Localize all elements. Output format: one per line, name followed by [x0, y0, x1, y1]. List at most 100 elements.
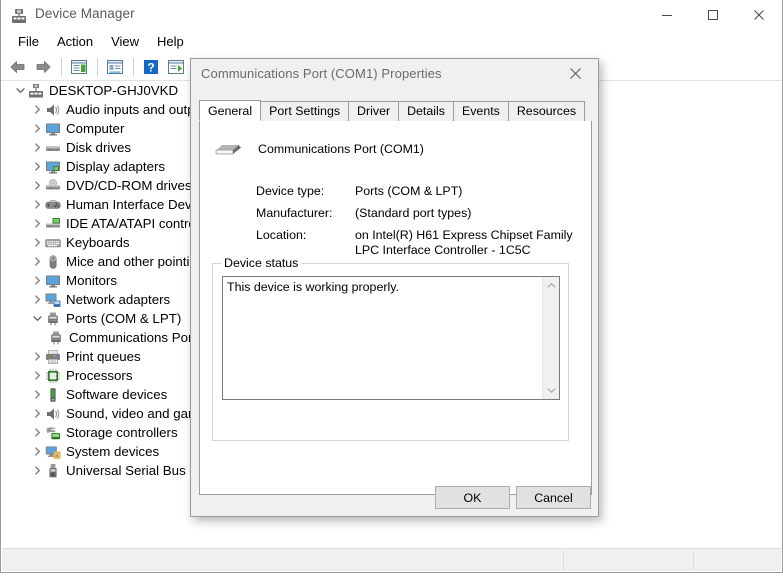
device-manager-icon	[11, 8, 27, 24]
tab-port-settings[interactable]: Port Settings	[260, 101, 350, 121]
dialog-title: Communications Port (COM1) Properties	[201, 66, 442, 81]
ide-controller-icon	[45, 216, 61, 232]
tab-driver[interactable]: Driver	[348, 101, 400, 121]
window-title: Device Manager	[35, 6, 135, 21]
chevron-right-icon[interactable]	[29, 238, 45, 247]
keyboard-icon	[45, 235, 61, 251]
tree-item-label: Ports (COM & LPT)	[66, 311, 182, 326]
chevron-right-icon[interactable]	[29, 143, 45, 152]
network-adapter-icon	[45, 292, 61, 308]
chevron-right-icon[interactable]	[29, 409, 45, 418]
menu-file[interactable]: File	[9, 31, 48, 52]
toolbar-separator	[133, 57, 134, 76]
close-button[interactable]	[736, 0, 782, 30]
tree-item-label: Network adapters	[66, 292, 171, 307]
device-status-group: Device status This device is working pro…	[212, 256, 569, 441]
tree-item-label: System devices	[66, 444, 160, 459]
toolbar-separator	[97, 57, 98, 76]
forward-button[interactable]	[31, 55, 55, 79]
chevron-down-icon[interactable]	[543, 382, 560, 399]
show-hide-console-tree-button[interactable]	[67, 55, 91, 79]
menu-view[interactable]: View	[102, 31, 148, 52]
cancel-button[interactable]: Cancel	[516, 486, 591, 509]
update-driver-icon	[168, 59, 184, 74]
device-status-legend: Device status	[221, 256, 302, 271]
property-value: (Standard port types)	[355, 206, 472, 220]
chevron-right-icon[interactable]	[29, 181, 45, 190]
general-tab-page: Communications Port (COM1) Device type: …	[199, 121, 592, 495]
chevron-right-icon[interactable]	[29, 200, 45, 209]
tree-item-label: Computer	[66, 121, 125, 136]
dialog-titlebar[interactable]: Communications Port (COM1) Properties	[191, 59, 598, 89]
update-driver-button[interactable]	[164, 55, 188, 79]
chevron-up-icon[interactable]	[543, 277, 560, 294]
usb-icon	[45, 463, 61, 479]
tab-resources[interactable]: Resources	[507, 101, 586, 121]
mouse-icon	[45, 254, 61, 270]
software-device-icon	[45, 387, 61, 403]
chevron-down-icon[interactable]	[12, 86, 28, 95]
menu-action[interactable]: Action	[48, 31, 102, 52]
chevron-right-icon[interactable]	[29, 447, 45, 456]
tree-item-label: Print queues	[66, 349, 141, 364]
statusbar	[2, 548, 781, 571]
disk-drive-icon	[45, 140, 61, 156]
chevron-right-icon[interactable]	[29, 124, 45, 133]
help-icon: ?	[144, 59, 158, 74]
maximize-icon	[708, 10, 718, 20]
window-titlebar[interactable]: Device Manager	[1, 0, 782, 31]
device-status-scrollbar[interactable]	[542, 277, 559, 399]
close-icon	[754, 10, 764, 20]
display-adapter-icon	[45, 159, 61, 175]
help-button[interactable]: ?	[139, 55, 163, 79]
tab-events[interactable]: Events	[452, 101, 509, 121]
chevron-right-icon[interactable]	[29, 371, 45, 380]
tree-item-label: Processors	[66, 368, 133, 383]
chevron-right-icon[interactable]	[29, 257, 45, 266]
device-name: Communications Port (COM1)	[258, 142, 424, 156]
minimize-icon	[662, 15, 672, 16]
processor-icon	[45, 368, 61, 384]
computer-root-icon	[28, 83, 44, 99]
menu-help[interactable]: Help	[148, 31, 193, 52]
maximize-button[interactable]	[690, 0, 736, 30]
system-device-icon	[45, 444, 61, 460]
chevron-right-icon[interactable]	[29, 466, 45, 475]
device-header: Communications Port (COM1)	[212, 131, 424, 165]
svg-text:?: ?	[147, 60, 154, 74]
dialog-close-button[interactable]	[553, 59, 598, 88]
back-button[interactable]	[6, 55, 30, 79]
menubar: File Action View Help	[1, 30, 782, 53]
hid-icon	[45, 197, 61, 213]
device-status-textbox[interactable]: This device is working properly.	[222, 276, 560, 400]
chevron-right-icon[interactable]	[29, 162, 45, 171]
property-label: Device type:	[256, 184, 325, 198]
chevron-right-icon[interactable]	[29, 390, 45, 399]
tree-item-label: DVD/CD-ROM drives	[66, 178, 192, 193]
chevron-right-icon[interactable]	[29, 105, 45, 114]
tab-details[interactable]: Details	[398, 101, 454, 121]
chevron-right-icon[interactable]	[29, 219, 45, 228]
chevron-right-icon[interactable]	[29, 276, 45, 285]
tree-item-label: Storage controllers	[66, 425, 178, 440]
monitor-icon	[45, 121, 61, 137]
property-value: Ports (COM & LPT)	[355, 184, 463, 198]
chevron-down-icon[interactable]	[29, 314, 45, 323]
chevron-right-icon[interactable]	[29, 295, 45, 304]
dialog-tabstrip: General Port Settings Driver Details Events R…	[199, 100, 592, 122]
tab-general[interactable]: General	[199, 100, 262, 121]
ok-button[interactable]: OK	[435, 486, 510, 509]
screen: Device Manager File Action View Help ? D…	[0, 0, 783, 577]
statusbar-divider	[563, 551, 564, 570]
tree-item-label: Software devices	[66, 387, 168, 402]
port-icon	[48, 330, 64, 346]
minimize-button[interactable]	[644, 0, 690, 30]
chevron-right-icon[interactable]	[29, 352, 45, 361]
port-icon	[45, 311, 61, 327]
property-label: Location:	[256, 228, 307, 242]
chevron-right-icon[interactable]	[29, 428, 45, 437]
storage-controller-icon	[45, 425, 61, 441]
statusbar-divider	[693, 551, 694, 570]
tree-root-label: DESKTOP-GHJ0VKD	[49, 83, 179, 98]
properties-button[interactable]	[103, 55, 127, 79]
